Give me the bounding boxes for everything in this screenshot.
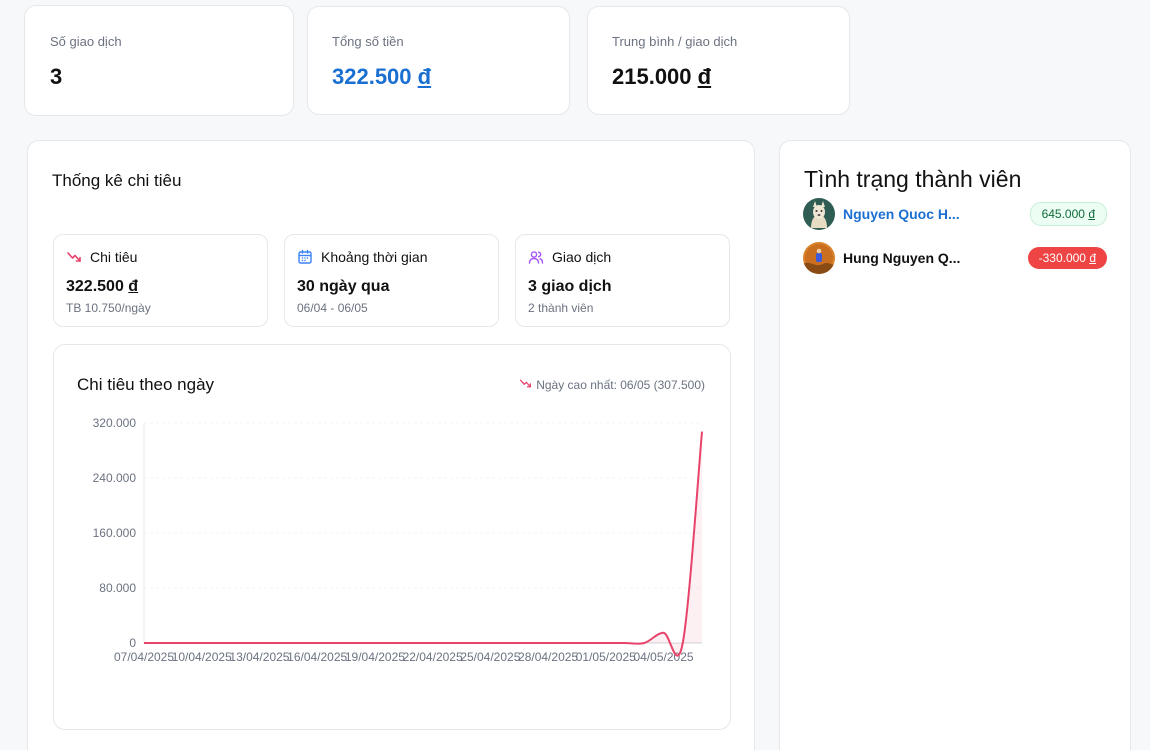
mini-card-value: 30 ngày qua xyxy=(297,278,390,295)
avatar xyxy=(803,198,835,230)
stat-value: 215.000 đ xyxy=(612,64,711,90)
mini-card-label: Giao dịch xyxy=(552,249,612,265)
y-tick-label: 160.000 xyxy=(93,526,137,540)
users-icon xyxy=(528,249,544,265)
mini-card-spending: Chi tiêu 322.500 đ TB 10.750/ngày xyxy=(53,234,268,327)
member-status-panel: Tình trạng thành viên Nguyen Quoc H... 6… xyxy=(779,140,1131,750)
mini-card-header: Chi tiêu xyxy=(66,249,137,265)
x-tick-label: 25/04/2025 xyxy=(460,650,520,664)
avatar xyxy=(803,242,835,274)
member-row[interactable]: Hung Nguyen Q... -330.000 đ xyxy=(803,241,1107,275)
series-line xyxy=(143,431,703,657)
x-tick-label: 01/05/2025 xyxy=(576,650,636,664)
member-row[interactable]: Nguyen Quoc H... 645.000 đ xyxy=(803,197,1107,231)
mini-card-value: 3 giao dịch xyxy=(528,278,612,295)
mini-card-period: Khoảng thời gian 30 ngày qua 06/04 - 06/… xyxy=(284,234,499,327)
member-name[interactable]: Nguyen Quoc H... xyxy=(843,206,963,222)
x-tick-label: 04/05/2025 xyxy=(633,650,693,664)
stat-amount: 215.000 xyxy=(612,64,692,89)
stat-label: Số giao dịch xyxy=(50,34,122,49)
x-tick-label: 13/04/2025 xyxy=(229,650,289,664)
x-tick-label: 28/04/2025 xyxy=(518,650,578,664)
member-balance-badge: 645.000 đ xyxy=(1029,202,1107,226)
currency-symbol: đ xyxy=(417,64,432,89)
member-amount: -330.000 xyxy=(1038,251,1086,265)
stat-card-transactions: Số giao dịch 3 xyxy=(24,5,294,116)
x-tick-label: 10/04/2025 xyxy=(172,650,232,664)
currency-symbol: đ xyxy=(1089,251,1096,265)
trending-down-icon xyxy=(66,249,82,265)
daily-chart-card: Chi tiêu theo ngày Ngày cao nhất: 06/05 … xyxy=(53,344,731,730)
y-tick-label: 0 xyxy=(129,636,136,650)
stat-card-total: Tổng số tiền 322.500 đ xyxy=(307,6,570,115)
member-amount: 645.000 xyxy=(1041,207,1085,221)
mini-card-label: Chi tiêu xyxy=(90,249,138,265)
mini-card-sub: TB 10.750/ngày xyxy=(66,301,151,315)
stat-label: Trung bình / giao dịch xyxy=(612,34,738,49)
panel-title: Tình trạng thành viên xyxy=(804,166,1022,192)
stat-card-average: Trung bình / giao dịch 215.000 đ xyxy=(587,6,850,115)
mini-card-header: Khoảng thời gian xyxy=(297,249,427,265)
member-name[interactable]: Hung Nguyen Q... xyxy=(843,250,963,266)
spending-stats-panel: Thống kê chi tiêu Chi tiêu 322.500 đ TB … xyxy=(27,140,755,750)
stat-value: 3 xyxy=(50,64,63,89)
member-balance-badge: -330.000 đ xyxy=(1027,247,1107,269)
calendar-icon xyxy=(297,249,313,265)
mini-card-sub: 06/04 - 06/05 xyxy=(297,301,368,315)
stat-value: 322.500 đ xyxy=(332,64,431,90)
mini-card-transactions: Giao dịch 3 giao dịch 2 thành viên xyxy=(515,234,730,327)
stat-amount: 322.500 xyxy=(332,64,412,89)
y-tick-label: 80.000 xyxy=(99,581,136,595)
y-tick-label: 240.000 xyxy=(93,471,137,485)
panel-title: Thống kê chi tiêu xyxy=(52,171,182,190)
y-tick-label: 320.000 xyxy=(93,416,137,430)
mini-card-sub: 2 thành viên xyxy=(528,301,594,315)
x-tick-label: 07/04/2025 xyxy=(114,650,174,664)
area-fill xyxy=(144,431,702,656)
currency-symbol: đ xyxy=(128,278,139,295)
currency-symbol: đ xyxy=(697,64,712,89)
currency-symbol: đ xyxy=(1088,207,1095,221)
x-tick-label: 22/04/2025 xyxy=(403,650,463,664)
mini-card-value: 322.500 đ xyxy=(66,278,138,296)
mini-card-label: Khoảng thời gian xyxy=(321,249,428,265)
daily-spending-chart: 0 80.000 160.000 240.000 320.000 07/04/202510… xyxy=(93,416,703,664)
mini-card-header: Giao dịch xyxy=(528,249,611,265)
mini-card-amount: 322.500 xyxy=(66,278,124,295)
x-tick-label: 19/04/2025 xyxy=(345,650,405,664)
x-tick-label: 16/04/2025 xyxy=(287,650,347,664)
stat-label: Tổng số tiền xyxy=(332,34,404,49)
